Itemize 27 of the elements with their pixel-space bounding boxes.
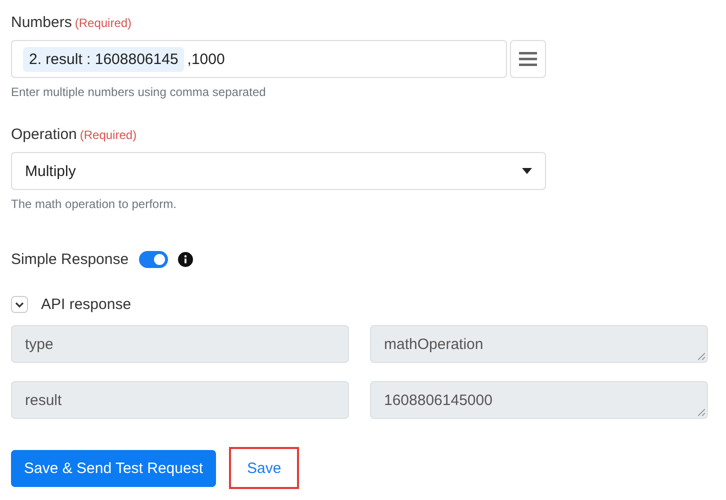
numbers-input-field[interactable]: 2. result : 1608806145 ,1000 xyxy=(11,40,507,78)
help-text: The math operation to perform. xyxy=(11,197,178,211)
save-button[interactable]: Save xyxy=(229,447,300,489)
menu-icon xyxy=(519,52,537,66)
required-note: (Required) xyxy=(80,128,137,142)
key-field[interactable]: type xyxy=(11,325,349,363)
variable-token[interactable]: 2. result : 1608806145 xyxy=(23,46,184,72)
chevron-icon xyxy=(15,302,24,308)
toggle-switch[interactable] xyxy=(138,251,168,268)
key-field[interactable]: result xyxy=(11,381,349,419)
required-note: (Required) xyxy=(74,16,132,30)
toggle-label: Simple Response xyxy=(11,251,129,268)
field-label: Numbers xyxy=(11,14,72,31)
value-textarea[interactable]: mathOperation xyxy=(370,325,708,363)
field-label: Operation xyxy=(11,126,77,143)
caret-icon xyxy=(522,168,532,174)
send-test-button[interactable]: Save & Send Test Request xyxy=(11,450,216,486)
input-value: ,1000 xyxy=(187,50,225,68)
resize-grip-icon[interactable] xyxy=(698,409,705,416)
section-label: API response xyxy=(41,296,132,313)
info-icon[interactable] xyxy=(178,252,193,267)
menu-button[interactable] xyxy=(510,40,546,78)
operation-select[interactable]: Multiply xyxy=(11,152,546,190)
value-textarea[interactable]: 1608806145000 xyxy=(370,381,708,419)
help-text: Enter multiple numbers using comma separated xyxy=(11,85,267,99)
resize-grip-icon[interactable] xyxy=(698,353,705,360)
collapse-toggle[interactable] xyxy=(11,296,28,313)
